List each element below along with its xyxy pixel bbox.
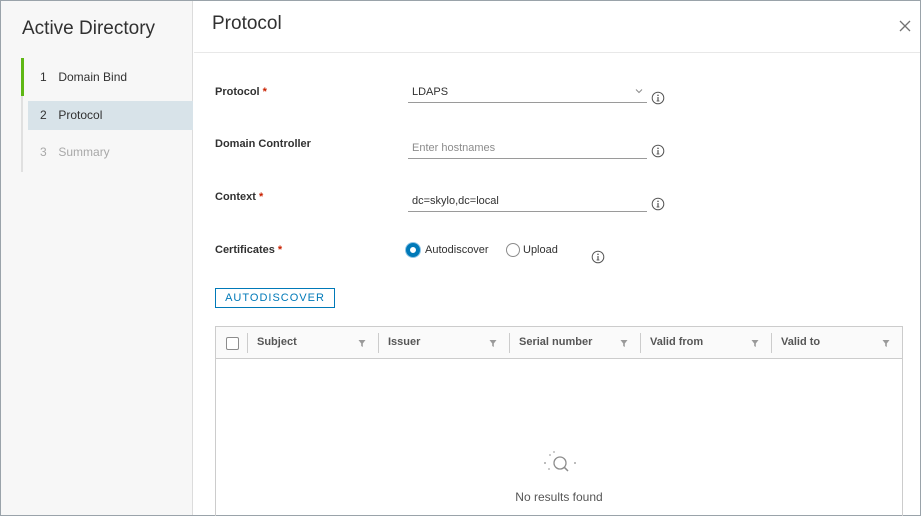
wizard-step-domain-bind[interactable]: 1 Domain Bind	[28, 63, 193, 92]
filter-icon[interactable]	[620, 339, 628, 348]
protocol-select-value: LDAPS	[412, 86, 449, 98]
close-icon	[899, 20, 911, 32]
step-number: 1	[40, 70, 47, 84]
wizard-step-protocol[interactable]: 2 Protocol	[28, 101, 193, 130]
empty-state-text: No results found	[515, 490, 603, 504]
select-all-checkbox[interactable]	[226, 337, 239, 350]
certificates-label: Certificates *	[215, 244, 283, 256]
step-label: Summary	[58, 145, 110, 159]
wizard-step-summary: 3 Summary	[28, 138, 193, 167]
autodiscover-radio-label[interactable]: Autodiscover	[425, 244, 489, 256]
wizard-sidebar: Active Directory 1 Domain Bind 2 Protoco…	[1, 1, 193, 515]
context-label: Context *	[215, 191, 264, 203]
domain-controller-label: Domain Controller	[215, 138, 311, 150]
step-progress-indicator	[21, 58, 24, 96]
filter-icon[interactable]	[751, 339, 759, 348]
step-number: 3	[40, 145, 47, 159]
autodiscover-radio[interactable]	[406, 243, 420, 257]
certificates-grid: Subject Issuer Serial number Valid from …	[215, 326, 903, 516]
context-input-value: dc=skylo,dc=local	[412, 195, 499, 207]
wizard-title: Active Directory	[22, 18, 156, 39]
filter-icon[interactable]	[882, 339, 890, 348]
step-label: Domain Bind	[58, 70, 128, 84]
certificates-info-icon[interactable]	[591, 250, 605, 264]
header-divider	[194, 52, 920, 53]
close-button[interactable]	[895, 16, 915, 36]
context-input[interactable]: dc=skylo,dc=local	[408, 192, 647, 212]
chevron-down-icon	[635, 89, 643, 94]
protocol-select[interactable]: LDAPS	[408, 83, 647, 103]
domain-controller-placeholder: Enter hostnames	[412, 142, 496, 154]
step-number: 2	[40, 108, 47, 122]
upload-radio-label[interactable]: Upload	[523, 244, 558, 256]
protocol-label: Protocol *	[215, 86, 267, 98]
context-info-icon[interactable]	[651, 197, 665, 211]
protocol-info-icon[interactable]	[651, 91, 665, 105]
search-empty-icon	[544, 451, 576, 472]
page-title: Protocol	[212, 13, 282, 34]
autodiscover-button[interactable]: AUTODISCOVER	[215, 288, 335, 308]
grid-header: Subject Issuer Serial number Valid from …	[216, 327, 902, 359]
step-label: Protocol	[58, 108, 103, 122]
domain-controller-info-icon[interactable]	[651, 144, 665, 158]
filter-icon[interactable]	[489, 339, 497, 348]
domain-controller-input[interactable]: Enter hostnames	[408, 139, 647, 159]
filter-icon[interactable]	[358, 339, 366, 348]
upload-radio[interactable]	[506, 243, 520, 257]
